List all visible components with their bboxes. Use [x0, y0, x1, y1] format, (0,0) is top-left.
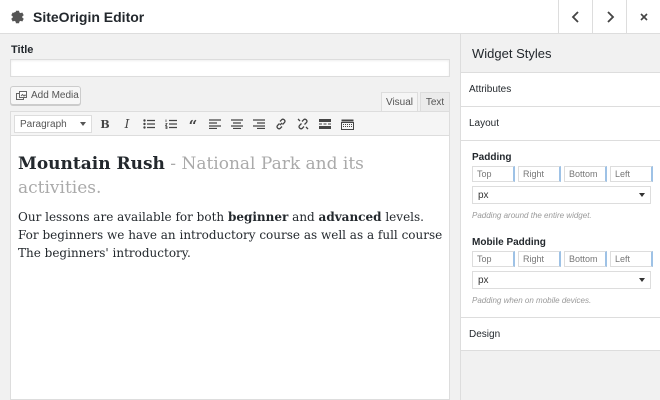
paragraph-text-1: Our lessons are available for both	[18, 210, 228, 224]
mobile-padding-label: Mobile Padding	[472, 237, 546, 248]
editor-header: SiteOrigin Editor	[0, 0, 660, 34]
chevron-down-icon	[80, 122, 86, 126]
blockquote-button[interactable]: “	[185, 116, 201, 134]
padding-right-input[interactable]: Right	[518, 166, 561, 182]
format-select-value: Paragraph	[20, 118, 67, 130]
toolbar-toggle-button[interactable]	[339, 116, 355, 132]
align-center-button[interactable]	[229, 116, 245, 132]
dialog-title: SiteOrigin Editor	[33, 9, 145, 25]
padding-label: Padding	[472, 152, 512, 163]
chevron-right-icon	[606, 10, 614, 23]
paragraph-text-2: and	[288, 210, 319, 224]
unlink-icon	[297, 118, 309, 130]
tab-text[interactable]: Text	[420, 92, 450, 112]
align-left-button[interactable]	[207, 116, 223, 132]
close-icon	[639, 12, 648, 21]
remove-link-button[interactable]	[295, 116, 311, 132]
content-paragraph: Our lessons are available for both begin…	[18, 208, 443, 262]
chevron-down-icon	[639, 278, 645, 282]
paragraph-bold-1: beginner	[227, 210, 289, 224]
editor-toolbar: Paragraph B I “	[11, 112, 449, 136]
close-button[interactable]	[626, 0, 660, 33]
padding-unit-value: px	[478, 189, 489, 201]
next-button[interactable]	[592, 0, 626, 33]
bullet-list-icon	[143, 119, 155, 129]
previous-button[interactable]	[558, 0, 592, 33]
insert-link-button[interactable]	[273, 116, 289, 132]
add-media-button[interactable]: Add Media	[10, 86, 81, 105]
title-label: Title	[11, 44, 34, 56]
heading-bold-text: Mountain Rush	[18, 154, 165, 174]
section-layout[interactable]: Layout	[461, 106, 660, 140]
align-left-icon	[209, 119, 221, 129]
chevron-down-icon	[639, 193, 645, 197]
editor-content[interactable]: Mountain Rush - National Park and its ac…	[18, 152, 443, 262]
italic-button[interactable]: I	[119, 116, 135, 132]
read-more-icon	[319, 119, 331, 129]
link-icon	[276, 118, 286, 130]
mobile-padding-right-input[interactable]: Right	[518, 251, 561, 267]
gear-icon[interactable]	[8, 8, 26, 26]
layout-section-body: Padding Top Right Bottom Left px Padding…	[461, 140, 660, 317]
mobile-padding-unit-value: px	[478, 274, 489, 286]
media-icon	[16, 90, 27, 100]
padding-left-input[interactable]: Left	[610, 166, 653, 182]
content-editor[interactable]: Paragraph B I “ Mountain Rush - National…	[10, 111, 450, 400]
mobile-padding-bottom-input[interactable]: Bottom	[564, 251, 607, 267]
numbered-list-button[interactable]	[163, 116, 179, 132]
align-right-button[interactable]	[251, 116, 267, 132]
tab-visual[interactable]: Visual	[381, 92, 418, 112]
read-more-button[interactable]	[317, 116, 333, 132]
keyboard-icon	[340, 119, 354, 130]
mobile-padding-top-input[interactable]: Top	[472, 251, 515, 267]
section-design[interactable]: Design	[461, 317, 660, 351]
title-input[interactable]	[10, 59, 450, 77]
padding-bottom-input[interactable]: Bottom	[564, 166, 607, 182]
mobile-padding-unit-select[interactable]: px	[472, 271, 651, 289]
chevron-left-icon	[571, 10, 579, 23]
content-heading: Mountain Rush - National Park and its ac…	[18, 152, 443, 200]
paragraph-bold-2: advanced	[318, 210, 382, 224]
format-select[interactable]: Paragraph	[14, 115, 92, 133]
section-attributes[interactable]: Attributes	[461, 72, 660, 106]
main-panel: Title Add Media Visual Text Paragraph B …	[0, 34, 460, 400]
mobile-padding-left-input[interactable]: Left	[610, 251, 653, 267]
padding-help-text: Padding around the entire widget.	[472, 211, 592, 220]
add-media-label: Add Media	[31, 90, 79, 101]
align-center-icon	[231, 119, 243, 129]
mobile-padding-help-text: Padding when on mobile devices.	[472, 296, 592, 305]
align-right-icon	[253, 119, 265, 129]
numbered-list-icon	[165, 119, 177, 129]
padding-unit-select[interactable]: px	[472, 186, 651, 204]
padding-top-input[interactable]: Top	[472, 166, 515, 182]
bold-button[interactable]: B	[97, 116, 113, 132]
widget-styles-panel: Widget Styles Attributes Layout Padding …	[460, 34, 660, 400]
widget-styles-title: Widget Styles	[472, 45, 552, 61]
bullet-list-button[interactable]	[141, 116, 157, 132]
